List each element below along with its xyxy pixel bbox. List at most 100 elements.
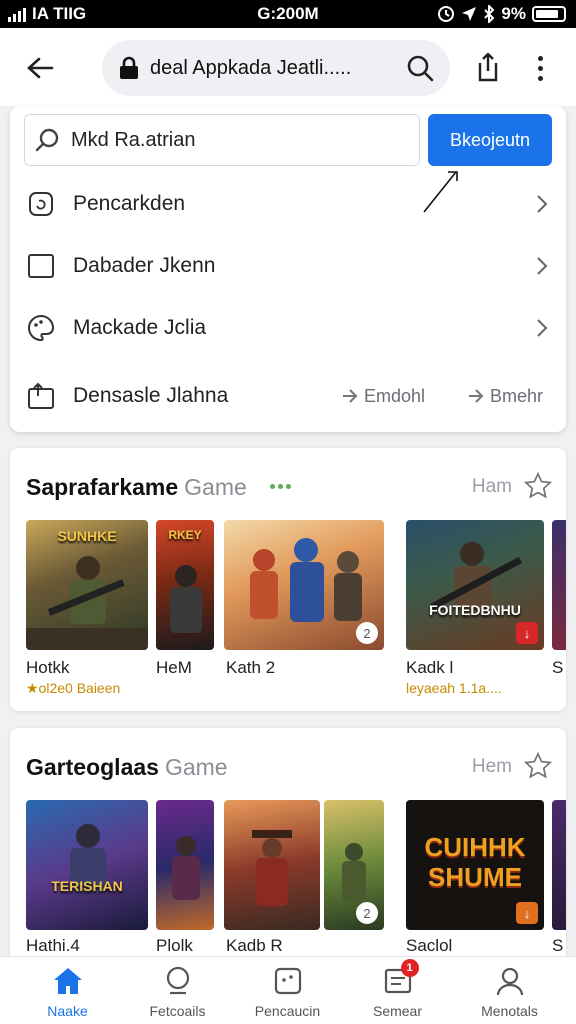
chevron-right-icon — [537, 195, 548, 213]
soldier-artwork — [70, 824, 106, 892]
bluetooth-icon — [484, 5, 495, 23]
search-icon[interactable] — [406, 54, 434, 82]
game-tile[interactable]: FOITEDBNHU ↓ — [406, 520, 544, 650]
star-icon[interactable] — [524, 472, 552, 500]
nav-home[interactable]: Naake — [10, 957, 125, 1024]
location-icon — [462, 7, 477, 21]
menu-item-label: Dabader Jkenn — [73, 254, 216, 277]
tile-title: Kadk l — [406, 658, 454, 677]
menu-item-label: Pencarkden — [73, 192, 186, 215]
tile-title: Hathi.4 — [26, 936, 80, 955]
chevron-right-icon — [537, 257, 548, 275]
search-dropdown: Bkeojeutn Pencarkden Dabader Jkenn Macka… — [10, 106, 566, 432]
arrow-right-icon — [469, 389, 484, 403]
game-tile[interactable]: 2 — [224, 520, 384, 650]
action-emdohl[interactable]: Emdohl — [340, 386, 425, 407]
action-bmehr[interactable]: Bmehr — [466, 386, 543, 407]
tile-badge: 2 — [356, 902, 378, 924]
tile-title: Plolk — [156, 936, 193, 955]
search-icon — [35, 128, 59, 152]
alarm-icon — [438, 6, 455, 22]
notification-badge: 1 — [400, 959, 419, 977]
battery-percent: 9% — [501, 4, 526, 23]
nav-label: Fetcoails — [149, 1003, 206, 1019]
game-tile[interactable]: RKEY — [156, 520, 214, 650]
refresh-square-icon — [26, 189, 56, 219]
chevron-right-icon — [537, 319, 548, 337]
tile-caption: TERISHAN — [51, 878, 123, 894]
address-bar[interactable]: deal Appkada Jeatli..... — [102, 40, 450, 96]
star-icon[interactable] — [524, 752, 552, 780]
tile-title: Saclol — [406, 936, 453, 955]
game-tile-partial[interactable] — [552, 520, 566, 650]
tile-title: S — [552, 936, 564, 955]
menu-item-pencarkden[interactable]: Pencarkden — [10, 175, 566, 233]
nav-profile[interactable]: Menotals — [452, 957, 567, 1024]
tile-caption: FOITEDBNHU — [429, 602, 521, 618]
back-arrow-icon — [27, 57, 54, 79]
action-label: Emdohl — [364, 385, 426, 406]
nav-label: Naake — [47, 1003, 88, 1019]
tile-caption: RKEY — [168, 528, 202, 542]
game-tile-partial[interactable] — [552, 800, 566, 930]
tile-title: HeM — [156, 658, 192, 677]
game-tile[interactable]: 2 — [324, 800, 384, 930]
more-menu-button[interactable] — [528, 50, 552, 86]
see-more-link[interactable]: Ham — [472, 476, 512, 498]
game-tile[interactable] — [156, 800, 214, 930]
tile-title: Hotkk — [26, 658, 70, 677]
home-icon — [51, 965, 85, 997]
tile-title: S — [552, 658, 564, 677]
nav-search[interactable]: Fetcoails — [120, 957, 235, 1024]
arrow-right-icon — [343, 389, 358, 403]
palette-icon — [26, 313, 56, 343]
search-icon — [161, 965, 195, 997]
cowboy-artwork — [252, 830, 292, 906]
game-section-2: Garteoglaas Game Hem TERISHAN Hathi.4 Plo… — [10, 728, 566, 956]
tile-meta: leyaeah 1.1a.... — [406, 680, 502, 696]
share-button[interactable] — [470, 50, 506, 86]
hero-artwork — [172, 836, 200, 900]
battery-icon — [532, 6, 566, 22]
game-tile[interactable]: TERISHAN — [26, 800, 148, 930]
browser-toolbar: deal Appkada Jeatli..... — [0, 28, 576, 106]
search-field[interactable] — [24, 114, 420, 166]
export-icon — [26, 381, 56, 411]
share-icon — [478, 53, 498, 82]
tile-title: Kath 2 — [226, 658, 276, 677]
download-icon: ↓ — [516, 902, 538, 924]
see-more-link[interactable]: Hem — [472, 756, 512, 778]
menu-item-label: Mackade Jclia — [73, 316, 207, 339]
inbox-icon: 1 — [381, 959, 419, 997]
game-tile[interactable]: CUIHHK SHUME ↓ — [406, 800, 544, 930]
nav-inbox[interactable]: 1 Semear — [340, 957, 455, 1024]
back-button[interactable] — [20, 48, 60, 88]
tile-caption: SUNHKE — [57, 528, 117, 544]
action-label: Bmehr — [490, 385, 544, 406]
menu-item-label: Densasle Jlahna — [73, 384, 229, 407]
dots-icon — [270, 484, 291, 489]
menu-item-mackade[interactable]: Mackade Jclia — [10, 299, 566, 357]
game-section-1: Saprafarkame Game Ham SUNHKE Hotkk ★ol2e0… — [10, 448, 566, 711]
url-text: deal Appkada Jeatli..... — [150, 56, 352, 79]
menu-item-dabader[interactable]: Dabader Jkenn — [10, 237, 566, 295]
search-input[interactable] — [71, 128, 411, 152]
game-tile[interactable]: SUNHKE — [26, 520, 148, 650]
game-tile[interactable] — [224, 800, 320, 930]
tile-badge: 2 — [356, 622, 378, 644]
square-icon — [26, 251, 56, 281]
nav-games[interactable]: Pencaucin — [230, 957, 345, 1024]
status-bar: IA TIIG G:200M 9% — [0, 0, 576, 28]
game-icon — [271, 965, 305, 997]
menu-item-densasle[interactable]: Densasle Jlahna Emdohl Bmehr — [10, 367, 566, 425]
bottom-navigation: Naake Fetcoails Pencaucin 1 Semear Menot… — [0, 956, 576, 1024]
profile-icon — [493, 965, 527, 997]
download-icon: ↓ — [516, 622, 538, 644]
tile-caption: CUIHHK SHUME — [424, 832, 526, 892]
search-button[interactable]: Bkeojeutn — [428, 114, 552, 166]
tile-title: Kadb R — [226, 936, 283, 955]
nav-label: Pencaucin — [254, 1003, 321, 1019]
tile-meta: ★ol2e0 Baieen — [26, 680, 121, 696]
section-title: Garteoglaas Game — [26, 754, 228, 780]
section-title: Saprafarkame Game — [26, 474, 247, 500]
